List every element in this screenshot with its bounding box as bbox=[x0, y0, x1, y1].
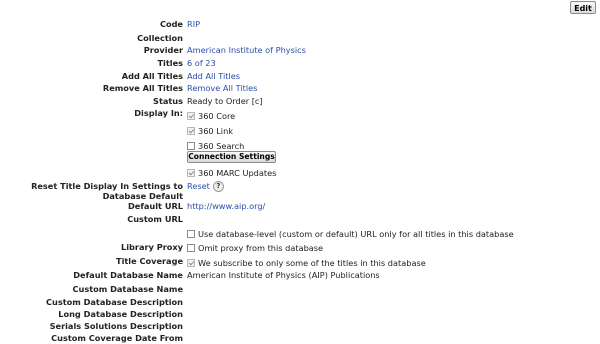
library-proxy-label: Library Proxy bbox=[121, 242, 183, 252]
reset-row: Reset? bbox=[187, 181, 224, 192]
omit-proxy-checkbox-label: Omit proxy from this database bbox=[198, 243, 324, 253]
link-checkbox-label: 360 Link bbox=[198, 126, 233, 136]
db-level-url-checkbox-label: Use database-level (custom or default) U… bbox=[198, 229, 514, 239]
core-checkbox[interactable] bbox=[187, 112, 195, 120]
long-database-description-label: Long Database Description bbox=[58, 309, 183, 319]
core-checkbox-label: 360 Core bbox=[198, 111, 236, 121]
custom-database-description-label: Custom Database Description bbox=[45, 297, 183, 307]
display-in-core-row: 360 Core bbox=[187, 111, 235, 121]
add-all-titles-label: Add All Titles bbox=[121, 71, 183, 81]
subscribe-some-checkbox-label: We subscribe to only some of the titles … bbox=[198, 258, 426, 268]
reset-link[interactable]: Reset bbox=[187, 181, 210, 191]
search-checkbox[interactable] bbox=[187, 142, 195, 150]
connection-settings-button[interactable]: Connection Settings bbox=[187, 151, 276, 163]
edit-button[interactable]: Edit bbox=[570, 1, 596, 14]
code-value-link[interactable]: RIP bbox=[187, 19, 200, 29]
titles-count-link[interactable]: 6 of 23 bbox=[187, 58, 216, 68]
provider-label: Provider bbox=[143, 45, 183, 55]
db-level-url-checkbox[interactable] bbox=[187, 230, 195, 238]
display-in-search-row: 360 Search bbox=[187, 141, 244, 151]
help-icon[interactable]: ? bbox=[212, 181, 224, 192]
title-coverage-label: Title Coverage bbox=[115, 256, 183, 266]
custom-database-name-label: Custom Database Name bbox=[72, 284, 183, 294]
add-all-titles-link[interactable]: Add All Titles bbox=[187, 71, 240, 81]
display-in-label: Display In: bbox=[134, 108, 183, 118]
status-value: Ready to Order [c] bbox=[187, 96, 263, 106]
display-in-link-row: 360 Link bbox=[187, 126, 233, 136]
code-label: Code bbox=[159, 19, 183, 29]
serials-solutions-description-label: Serials Solutions Description bbox=[49, 321, 183, 331]
omit-proxy-checkbox[interactable] bbox=[187, 244, 195, 252]
collection-label: Collection bbox=[137, 33, 183, 43]
marc-updates-checkbox-label: 360 MARC Updates bbox=[198, 168, 277, 178]
provider-link[interactable]: American Institute of Physics bbox=[187, 45, 306, 55]
search-checkbox-label: 360 Search bbox=[198, 141, 245, 151]
default-url-link[interactable]: http://www.aip.org/ bbox=[187, 201, 265, 211]
db-level-url-row: Use database-level (custom or default) U… bbox=[187, 229, 514, 239]
omit-proxy-row: Omit proxy from this database bbox=[187, 243, 323, 253]
display-in-marc-row: 360 MARC Updates bbox=[187, 168, 276, 178]
default-database-name-value: American Institute of Physics (AIP) Publ… bbox=[187, 270, 380, 280]
marc-updates-checkbox[interactable] bbox=[187, 169, 195, 177]
default-url-label: Default URL bbox=[127, 201, 183, 211]
link-checkbox[interactable] bbox=[187, 127, 195, 135]
titles-label: Titles bbox=[157, 58, 183, 68]
reset-title-display-label: Reset Title Display In Settings to Datab… bbox=[31, 181, 183, 201]
subscribe-some-checkbox[interactable] bbox=[187, 259, 195, 267]
remove-all-titles-link[interactable]: Remove All Titles bbox=[187, 83, 257, 93]
subscribe-some-row: We subscribe to only some of the titles … bbox=[187, 258, 426, 268]
status-label: Status bbox=[153, 96, 183, 106]
custom-url-label: Custom URL bbox=[127, 214, 183, 224]
default-database-name-label: Default Database Name bbox=[73, 270, 183, 280]
custom-coverage-date-from-label: Custom Coverage Date From bbox=[51, 333, 183, 343]
remove-all-titles-label: Remove All Titles bbox=[102, 83, 183, 93]
